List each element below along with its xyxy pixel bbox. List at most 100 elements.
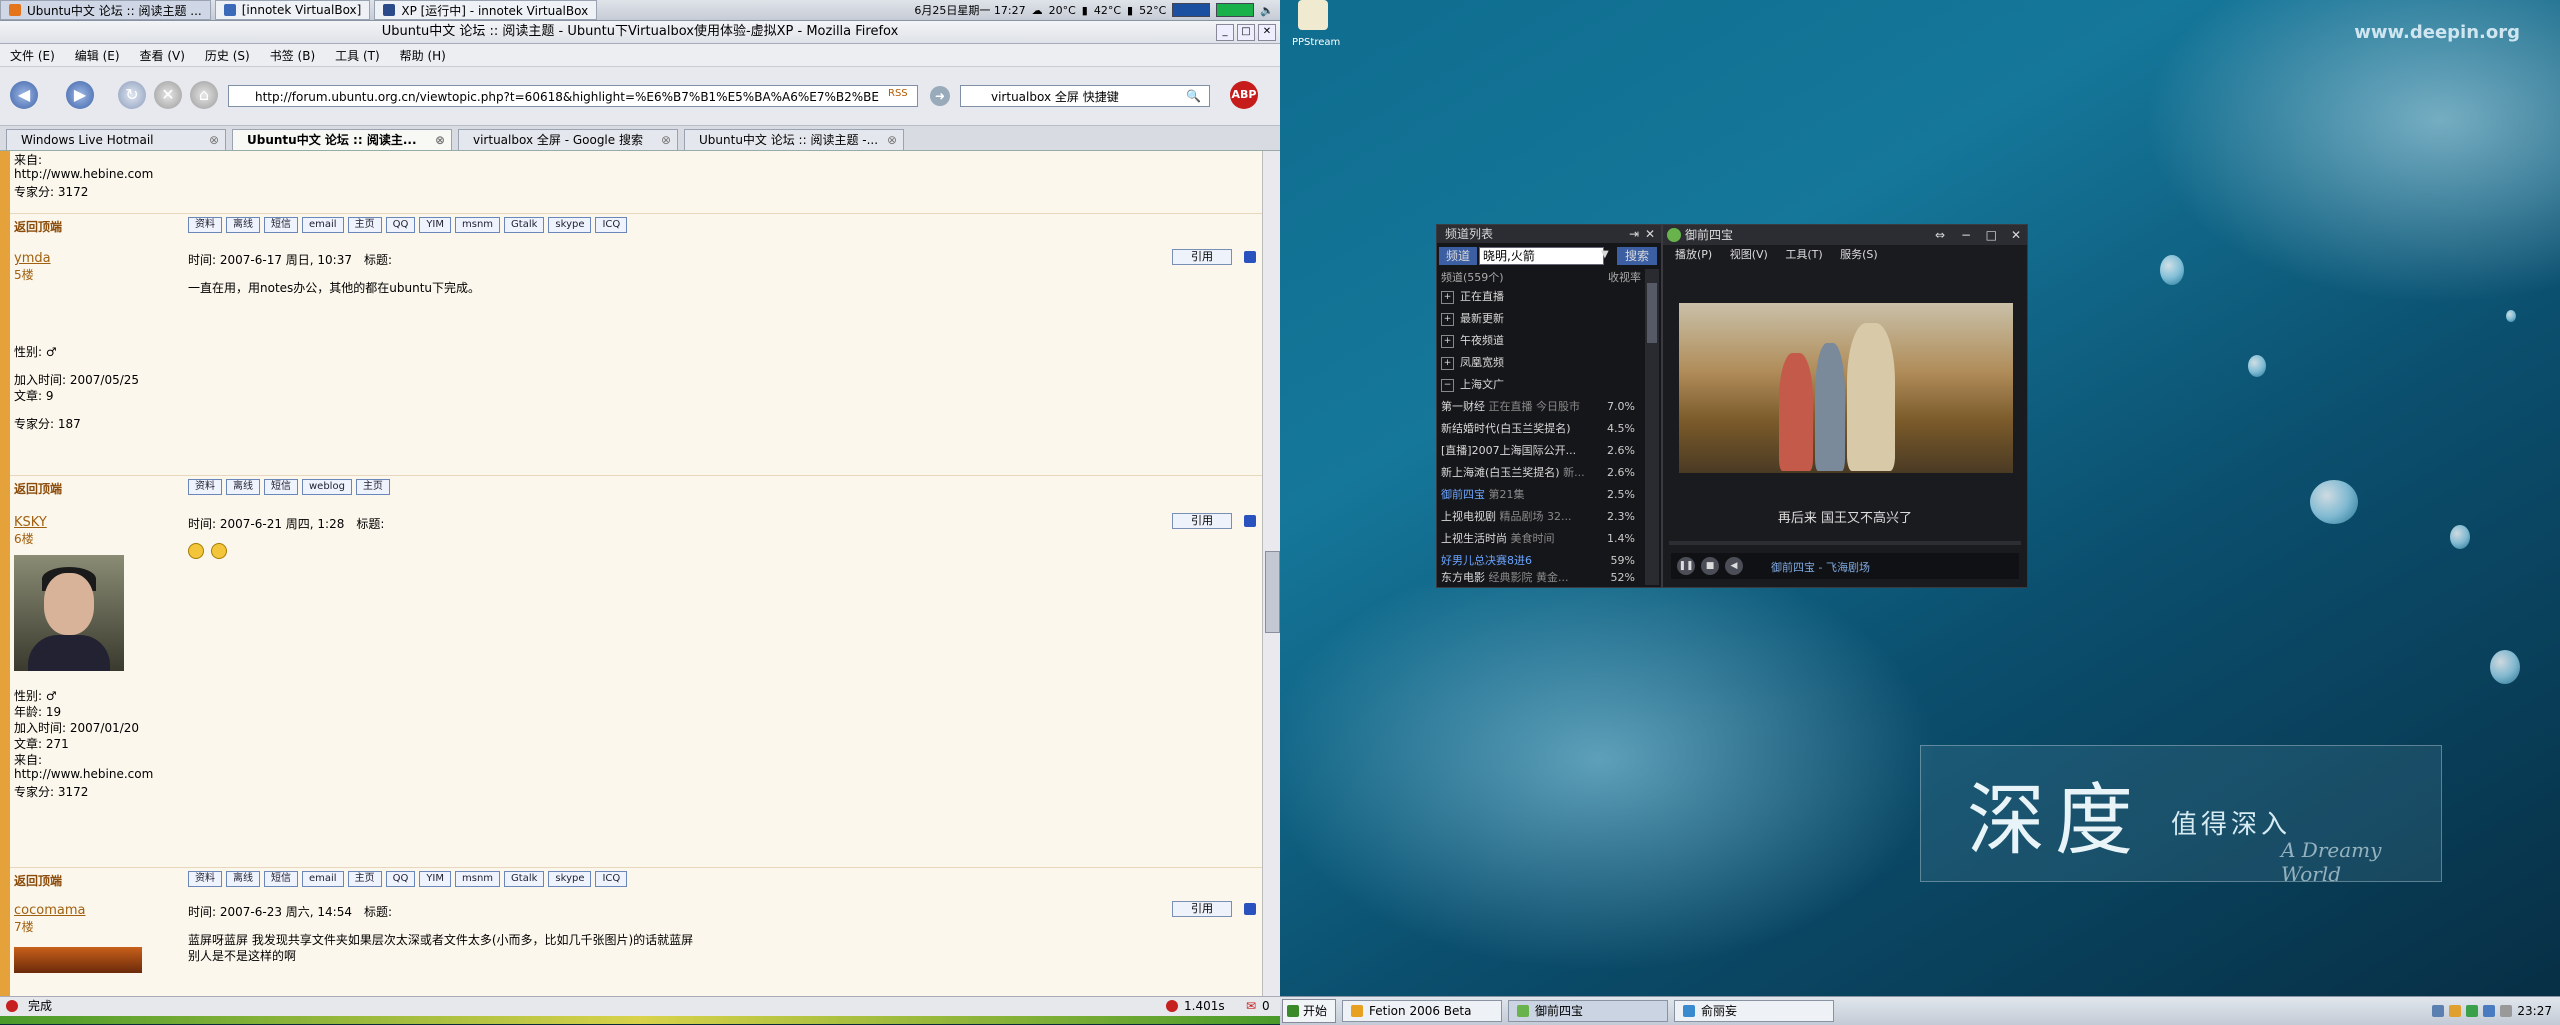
weblog-button[interactable]: weblog — [302, 479, 352, 495]
scrollbar-thumb[interactable] — [1647, 283, 1657, 343]
tab-google-search[interactable]: virtualbox 全屏 - Google 搜索 ⊗ — [458, 129, 678, 150]
menu-edit[interactable]: 编辑 (E) — [65, 47, 130, 64]
ip-icon[interactable] — [1244, 515, 1256, 527]
expand-icon[interactable]: + — [1441, 312, 1454, 326]
channel-item[interactable]: [直播]2007上海国际公开... 2.6% — [1441, 441, 1637, 461]
channel-item[interactable]: 上视电视剧 精品剧场 32... 2.3% — [1441, 507, 1637, 527]
volume-icon[interactable]: ◀ — [1725, 557, 1743, 575]
email-button[interactable]: email — [302, 217, 344, 233]
icq-button[interactable]: ICQ — [595, 217, 628, 233]
back-icon[interactable]: ◀ — [10, 81, 38, 109]
forward-icon[interactable]: ▶ — [66, 81, 94, 109]
channel-list-titlebar[interactable]: 频道列表 ⇥ ✕ — [1437, 225, 1661, 243]
pause-icon[interactable]: ❚❚ — [1677, 557, 1695, 575]
profile-website[interactable]: http://www.hebine.com — [14, 767, 182, 783]
dropdown-icon[interactable]: ▼ — [1601, 249, 1609, 260]
menu-view[interactable]: 视图(V) — [1730, 248, 1768, 261]
back-to-top-link[interactable]: 返回顶端 — [14, 218, 62, 235]
compact-mode-icon[interactable]: ⇔ — [1935, 225, 1945, 245]
yim-button[interactable]: YIM — [419, 871, 452, 887]
menu-view[interactable]: 查看 (V) — [130, 47, 195, 64]
taskbar-item-firefox[interactable]: Ubuntu中文 论坛 :: 阅读主题 ... — [0, 0, 211, 20]
scrollbar-thumb[interactable] — [1265, 551, 1280, 633]
post-author[interactable]: KSKY — [14, 515, 182, 530]
search-input[interactable]: virtualbox 全屏 快捷键 — [960, 85, 1210, 107]
home-icon[interactable]: ⌂ — [190, 81, 218, 109]
profile-website[interactable]: http://www.hebine.com — [14, 167, 182, 183]
homepage-button[interactable]: 主页 — [347, 871, 382, 887]
minimize-button[interactable]: _ — [1216, 24, 1234, 41]
channel-group[interactable]: + 凤凰宽频 — [1441, 353, 1637, 373]
progress-bar[interactable] — [1669, 541, 2021, 545]
profile-button[interactable]: 资料 — [188, 217, 222, 233]
pm-button[interactable]: 短信 — [264, 479, 298, 495]
tab-ubuntu-forum-2[interactable]: Ubuntu中文 论坛 :: 阅读主题 -... ⊗ — [684, 129, 904, 150]
menu-history[interactable]: 历史 (S) — [195, 47, 260, 64]
dock-icon[interactable]: ⇥ — [1629, 225, 1639, 243]
channel-search-button[interactable]: 搜索 — [1617, 247, 1657, 265]
msn-button[interactable]: msnm — [455, 871, 501, 887]
menu-bookmarks[interactable]: 书签 (B) — [260, 47, 325, 64]
menu-tools[interactable]: 工具 (T) — [325, 47, 390, 64]
reload-icon[interactable]: ↻ — [118, 81, 146, 109]
profile-button[interactable]: 资料 — [188, 871, 222, 887]
post-author[interactable]: cocomama — [14, 903, 182, 918]
tab-ubuntu-forum-active[interactable]: Ubuntu中文 论坛 :: 阅读主... ⊗ — [232, 129, 452, 150]
network-icon[interactable] — [2483, 1005, 2496, 1017]
tab-close-icon[interactable]: ⊗ — [661, 130, 671, 150]
post-author[interactable]: ymda — [14, 251, 182, 266]
page-scrollbar[interactable] — [1262, 151, 1281, 996]
homepage-button[interactable]: 主页 — [347, 217, 382, 233]
skype-button[interactable]: skype — [548, 871, 592, 887]
tray-datetime[interactable]: 6月25日星期一 17:27 — [914, 2, 1025, 18]
ip-icon[interactable] — [1244, 903, 1256, 915]
start-button[interactable]: 开始 — [1282, 999, 1337, 1023]
tray-app-icon[interactable] — [2449, 1005, 2462, 1017]
ip-icon[interactable] — [1244, 251, 1256, 263]
volume-icon[interactable]: 🔈 — [1260, 4, 1274, 17]
collapse-icon[interactable]: − — [1441, 378, 1454, 392]
url-input[interactable]: http://forum.ubuntu.org.cn/viewtopic.php… — [228, 85, 918, 107]
quote-button[interactable]: 引用 — [1172, 249, 1232, 265]
offline-button[interactable]: 离线 — [226, 217, 260, 233]
gtalk-button[interactable]: Gtalk — [504, 217, 545, 233]
gtalk-button[interactable]: Gtalk — [504, 871, 545, 887]
clock[interactable]: 23:27 — [2517, 1004, 2552, 1018]
channel-group[interactable]: + 正在直播 — [1441, 287, 1637, 307]
qq-button[interactable]: QQ — [385, 217, 416, 233]
taskbar-item-player[interactable]: 御前四宝 — [1508, 1000, 1669, 1022]
channel-group[interactable]: − 上海文广 — [1441, 375, 1637, 395]
offline-button[interactable]: 离线 — [226, 871, 260, 887]
tab-close-icon[interactable]: ⊗ — [887, 130, 897, 150]
channel-search-input[interactable]: 晓明,火箭 — [1479, 247, 1604, 265]
battery-meter[interactable] — [1216, 3, 1255, 17]
channel-item[interactable]: 好男儿总决赛8进6 59% — [1441, 551, 1637, 571]
maximize-icon[interactable]: □ — [1986, 225, 1997, 245]
channel-group[interactable]: + 最新更新 — [1441, 309, 1637, 329]
video-frame[interactable] — [1679, 303, 2013, 473]
yim-button[interactable]: YIM — [419, 217, 452, 233]
taskbar-item-chat[interactable]: 俞丽妄 — [1674, 1000, 1835, 1022]
tab-close-icon[interactable]: ⊗ — [435, 130, 445, 150]
minimize-icon[interactable]: − — [1961, 225, 1971, 245]
menu-tools[interactable]: 工具(T) — [1785, 248, 1822, 261]
taskbar-item-fetion[interactable]: Fetion 2006 Beta — [1342, 1000, 1503, 1022]
volume-icon[interactable] — [2500, 1005, 2513, 1017]
menu-help[interactable]: 帮助 (H) — [390, 47, 456, 64]
icq-button[interactable]: ICQ — [595, 871, 628, 887]
close-icon[interactable]: ✕ — [2011, 225, 2021, 245]
quote-button[interactable]: 引用 — [1172, 901, 1232, 917]
status-error-icon[interactable] — [6, 1000, 18, 1012]
close-icon[interactable]: ✕ — [1645, 225, 1655, 243]
stop-icon[interactable]: ✕ — [154, 81, 182, 109]
skype-button[interactable]: skype — [548, 217, 592, 233]
menu-file[interactable]: 文件 (E) — [0, 47, 65, 64]
keyboard-icon[interactable] — [2432, 1005, 2445, 1017]
pm-button[interactable]: 短信 — [264, 217, 298, 233]
taskbar-item-virtualbox[interactable]: [innotek VirtualBox] — [214, 0, 371, 20]
tab-hotmail[interactable]: Windows Live Hotmail ⊗ — [6, 129, 226, 150]
go-icon[interactable]: ➜ — [930, 86, 950, 106]
channel-item[interactable]: 东方电影 经典影院 黄金... 52% — [1441, 571, 1637, 585]
menu-play[interactable]: 播放(P) — [1675, 248, 1712, 261]
player-titlebar[interactable]: 御前四宝 ⇔ − □ ✕ — [1663, 225, 2027, 245]
